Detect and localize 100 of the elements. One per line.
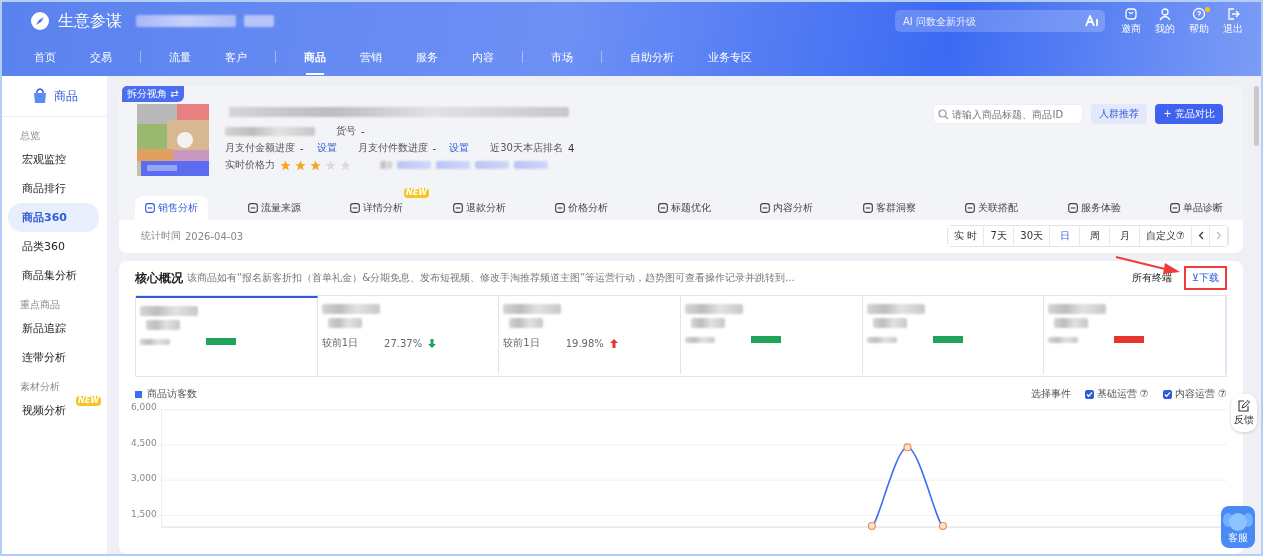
- chevron-left-icon: [1197, 230, 1204, 240]
- y-tick-label: 4,500: [131, 437, 157, 448]
- logout-icon: [1226, 6, 1240, 21]
- scrollbar-thumb[interactable]: [1254, 86, 1259, 146]
- product-search-field[interactable]: 请输入商品标题、商品ID: [933, 104, 1084, 124]
- nav-tab[interactable]: 自助分析: [620, 43, 684, 71]
- nav-tab[interactable]: 首页: [24, 43, 66, 71]
- blurred-text: [685, 336, 715, 343]
- change-value: 27.37%: [384, 337, 423, 349]
- nav-tab[interactable]: 流量: [159, 43, 201, 71]
- blurred-text: [475, 161, 509, 169]
- metric-card[interactable]: 较前1日 27.37%: [317, 296, 500, 374]
- blurred-text: [436, 161, 470, 169]
- blurred-text: [1048, 336, 1079, 343]
- nav-tab[interactable]: 交易: [80, 43, 122, 71]
- section-description: 该商品如有“报名新客折扣（首单礼金）&分期免息、发布短视频、修改手淘推荐频道主图”等运营行动，趋势图可查看操作记录并跳转到...: [187, 271, 796, 285]
- progress-label: 月支付金额进度: [225, 141, 295, 155]
- sidebar-group-label: 总览: [19, 129, 41, 143]
- set-link[interactable]: 设置: [316, 141, 337, 155]
- bag-icon: [1124, 6, 1138, 21]
- analysis-tab[interactable]: 关联搭配: [955, 196, 1028, 220]
- analysis-tab[interactable]: 流量来源: [237, 196, 311, 220]
- nav-tab[interactable]: 客户: [215, 43, 257, 71]
- rank-label: 近30天本店排名: [490, 141, 563, 155]
- audience-button[interactable]: 人群推荐: [1091, 104, 1148, 124]
- analysis-tab[interactable]: 销售分析: [135, 196, 208, 220]
- ai-icon: [1085, 15, 1099, 27]
- legend-swatch: [135, 390, 142, 398]
- analysis-tab[interactable]: 标题优化: [647, 196, 721, 220]
- analysis-tab[interactable]: 内容分析: [750, 196, 823, 220]
- checkbox[interactable]: [1162, 389, 1172, 399]
- analysis-tab[interactable]: 详情分析: [340, 196, 413, 220]
- blurred-text: [514, 161, 548, 169]
- sidebar-item[interactable]: 新品追踪: [8, 314, 99, 343]
- view-switch-badge[interactable]: 拆分视角 ⇄: [122, 86, 184, 102]
- tab-icon: [145, 203, 155, 213]
- header-action[interactable]: 邀商: [1115, 6, 1147, 36]
- compare-label: 较前1日: [321, 336, 359, 350]
- tab-icon: [452, 203, 463, 213]
- set-link[interactable]: 设置: [449, 141, 470, 155]
- tab-icon: [555, 203, 565, 213]
- sku-label: 货号: [336, 124, 356, 138]
- progress-value: -: [300, 142, 304, 154]
- arrow-annotation: [1115, 255, 1181, 275]
- event-marker[interactable]: [938, 521, 947, 530]
- blurred-text: [691, 318, 725, 328]
- new-badge: NEW: [76, 396, 101, 406]
- star-icon: [310, 159, 321, 171]
- analysis-tab[interactable]: 价格分析: [545, 196, 618, 220]
- help-icon: [1192, 6, 1206, 21]
- app-name: 生意参谋: [58, 10, 122, 32]
- sidebar-item[interactable]: 商品集分析: [8, 261, 99, 290]
- metric-card[interactable]: 较前1日 19.98%: [499, 296, 681, 374]
- sidebar-item[interactable]: 宏观监控: [8, 145, 99, 174]
- analysis-tab[interactable]: 客群洞察: [852, 196, 926, 220]
- nav-tab[interactable]: 业务专区: [698, 43, 762, 71]
- blurred-text: [1048, 304, 1107, 314]
- blurred-text: [866, 304, 925, 314]
- blurred-text: [140, 338, 170, 345]
- sidebar-item[interactable]: 商品排行: [8, 174, 99, 203]
- analysis-tab[interactable]: 服务体验: [1057, 196, 1131, 220]
- tab-icon: [350, 203, 360, 213]
- event-label: 选择事件: [1030, 387, 1071, 401]
- progress-value: -: [432, 142, 437, 154]
- new-badge: NEW: [404, 188, 429, 198]
- sidebar-item[interactable]: 连带分析: [8, 343, 99, 372]
- checkbox[interactable]: [1084, 389, 1094, 399]
- progress-label: 月支付件数进度: [357, 141, 428, 155]
- sidebar-item[interactable]: 品类360: [8, 232, 99, 261]
- tab-icon: [965, 203, 975, 213]
- bag-icon: [31, 87, 49, 105]
- blurred-text: [397, 161, 431, 169]
- y-tick-label: 6,000: [131, 402, 157, 412]
- sidebar-group-label: 素材分析: [19, 380, 61, 394]
- change-value: 19.98%: [565, 337, 604, 349]
- feedback-button[interactable]: 反馈: [1231, 394, 1257, 432]
- compare-button[interactable]: + 竞品对比: [1155, 104, 1223, 124]
- blurred-text: [327, 318, 362, 328]
- metric-card[interactable]: [136, 296, 318, 376]
- analysis-tab[interactable]: 退款分析: [442, 196, 516, 220]
- rank-value: 4: [567, 142, 575, 154]
- blurred-text: [872, 318, 907, 328]
- download-button[interactable]: ⊻下载: [1183, 266, 1227, 290]
- blurred-text: [321, 304, 380, 314]
- analysis-tab[interactable]: 单品诊断: [1160, 196, 1233, 220]
- compass-icon: [30, 11, 50, 31]
- price-power-label: 实时价格力: [225, 158, 275, 172]
- terminal-selector[interactable]: 所有终端: [1131, 271, 1172, 285]
- event-marker[interactable]: [867, 521, 876, 530]
- star-icon: [280, 159, 291, 171]
- blurred-text: [866, 336, 897, 343]
- customer-service-button[interactable]: 客服: [1221, 506, 1255, 548]
- period-button[interactable]: 实 时: [948, 226, 985, 246]
- blurred-text: [380, 161, 392, 169]
- y-tick-label: 1,500: [131, 509, 157, 519]
- sidebar-group-label: 重点商品: [19, 298, 61, 312]
- legend-label: 商品访客数: [147, 387, 197, 401]
- event-marker[interactable]: [903, 443, 912, 452]
- sidebar-item[interactable]: 商品360: [8, 203, 99, 232]
- star-icon: [325, 159, 336, 171]
